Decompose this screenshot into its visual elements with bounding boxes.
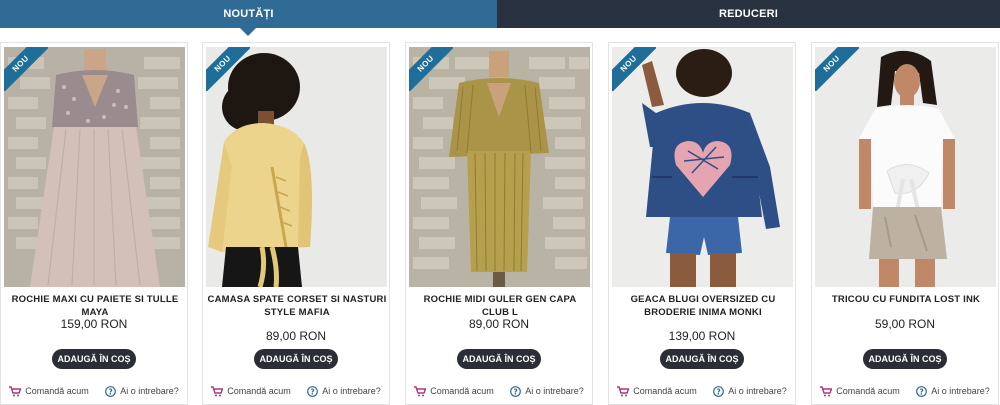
tab-new-arrivals-label: NOUTĂȚI	[223, 8, 274, 20]
product-title[interactable]: ROCHIE MIDI GULER GEN CAPA CLUB L	[410, 293, 590, 319]
ask-question-label: Ai o intrebare?	[322, 386, 381, 396]
ask-question-label: Ai o intrebare?	[728, 386, 787, 396]
ask-question-label: Ai o intrebare?	[931, 386, 990, 396]
product-actions: Comandă acum ? Ai o intrebare?	[812, 382, 998, 400]
order-now-label: Comandă acum	[227, 386, 291, 396]
svg-text:?: ?	[311, 387, 315, 396]
tab-discounts[interactable]: Reduceri	[497, 0, 1000, 28]
new-badge: NOU	[815, 47, 859, 91]
ask-question-link[interactable]: ? Ai o intrebare?	[105, 385, 179, 397]
question-icon: ?	[307, 385, 319, 397]
add-to-cart-button[interactable]: ADAUGĂ ÎN COȘ	[457, 349, 541, 369]
order-now-label: Comandă acum	[430, 386, 494, 396]
add-to-cart-button[interactable]: ADAUGĂ ÎN COȘ	[863, 349, 947, 369]
add-to-cart-button[interactable]: ADAUGĂ ÎN COȘ	[660, 349, 744, 369]
cart-icon	[9, 385, 22, 397]
ask-question-link[interactable]: ? Ai o intrebare?	[510, 385, 584, 397]
question-icon: ?	[105, 385, 117, 397]
ask-question-link[interactable]: ? Ai o intrebare?	[713, 385, 787, 397]
tab-discounts-label: Reduceri	[718, 8, 779, 20]
ask-question-link[interactable]: ? Ai o intrebare?	[307, 385, 381, 397]
ask-question-label: Ai o intrebare?	[120, 386, 179, 396]
product-card: NOU TRICOU CU FUNDITA LOST INK 59,00 RON…	[811, 42, 999, 405]
cart-icon	[820, 385, 833, 397]
new-badge: NOU	[612, 47, 656, 91]
product-title[interactable]: CAMASA SPATE CORSET SI NASTURI STYLE MAF…	[207, 293, 387, 319]
svg-text:?: ?	[717, 387, 721, 396]
product-price: 59,00 RON	[874, 317, 936, 331]
new-badge: NOU	[206, 47, 250, 91]
new-badge: NOU	[4, 47, 48, 91]
order-now-link[interactable]: Comandă acum	[9, 385, 89, 397]
add-to-cart-button[interactable]: ADAUGĂ ÎN COȘ	[52, 349, 136, 369]
product-title[interactable]: ROCHIE MAXI CU PAIETE SI TULLE MAYA	[5, 293, 185, 319]
order-now-link[interactable]: Comandă acum	[211, 385, 291, 397]
product-actions: Comandă acum ? Ai o intrebare?	[1, 382, 187, 400]
question-icon: ?	[510, 385, 522, 397]
category-tabs: NOUTĂȚI Reduceri	[0, 0, 1000, 36]
order-now-link[interactable]: Comandă acum	[820, 385, 900, 397]
order-now-label: Comandă acum	[633, 386, 697, 396]
new-badge-label: NOU	[4, 47, 48, 91]
add-to-cart-button[interactable]: ADAUGĂ ÎN COȘ	[254, 349, 338, 369]
svg-text:?: ?	[920, 387, 924, 396]
order-now-link[interactable]: Comandă acum	[414, 385, 494, 397]
cart-icon	[414, 385, 427, 397]
product-price: 139,00 RON	[668, 329, 736, 343]
product-price: 89,00 RON	[468, 317, 530, 331]
new-badge-label: NOU	[612, 47, 656, 91]
tab-new-arrivals[interactable]: NOUTĂȚI	[0, 0, 497, 36]
active-tab-indicator	[240, 28, 256, 36]
order-now-label: Comandă acum	[836, 386, 900, 396]
product-actions: Comandă acum ? Ai o intrebare?	[203, 382, 389, 400]
cart-icon	[211, 385, 224, 397]
new-badge-label: NOU	[409, 47, 453, 91]
product-card: NOU GEACA BLUGI OVERSIZED CU BRODERIE IN…	[608, 42, 796, 405]
cart-icon	[617, 385, 630, 397]
question-icon: ?	[916, 385, 928, 397]
product-actions: Comandă acum ? Ai o intrebare?	[609, 382, 795, 400]
svg-text:?: ?	[109, 387, 113, 396]
product-price: 159,00 RON	[60, 317, 128, 331]
product-actions: Comandă acum ? Ai o intrebare?	[406, 382, 592, 400]
product-title[interactable]: TRICOU CU FUNDITA LOST INK	[816, 293, 996, 306]
product-title[interactable]: GEACA BLUGI OVERSIZED CU BRODERIE INIMA …	[613, 293, 793, 319]
product-price: 89,00 RON	[265, 329, 327, 343]
new-badge: NOU	[409, 47, 453, 91]
order-now-label: Comandă acum	[25, 386, 89, 396]
product-card: NOU ROCHIE MIDI GULER GEN CAPA CLUB L 89…	[405, 42, 593, 405]
ask-question-label: Ai o intrebare?	[525, 386, 584, 396]
svg-text:?: ?	[514, 387, 518, 396]
new-badge-label: NOU	[815, 47, 859, 91]
new-badge-label: NOU	[206, 47, 250, 91]
product-card: NOU CAMASA SPATE CORSET SI NASTURI STYLE…	[202, 42, 390, 405]
product-card: NOU ROCHIE MAXI CU PAIETE SI TULLE MAYA …	[0, 42, 188, 405]
ask-question-link[interactable]: ? Ai o intrebare?	[916, 385, 990, 397]
order-now-link[interactable]: Comandă acum	[617, 385, 697, 397]
question-icon: ?	[713, 385, 725, 397]
